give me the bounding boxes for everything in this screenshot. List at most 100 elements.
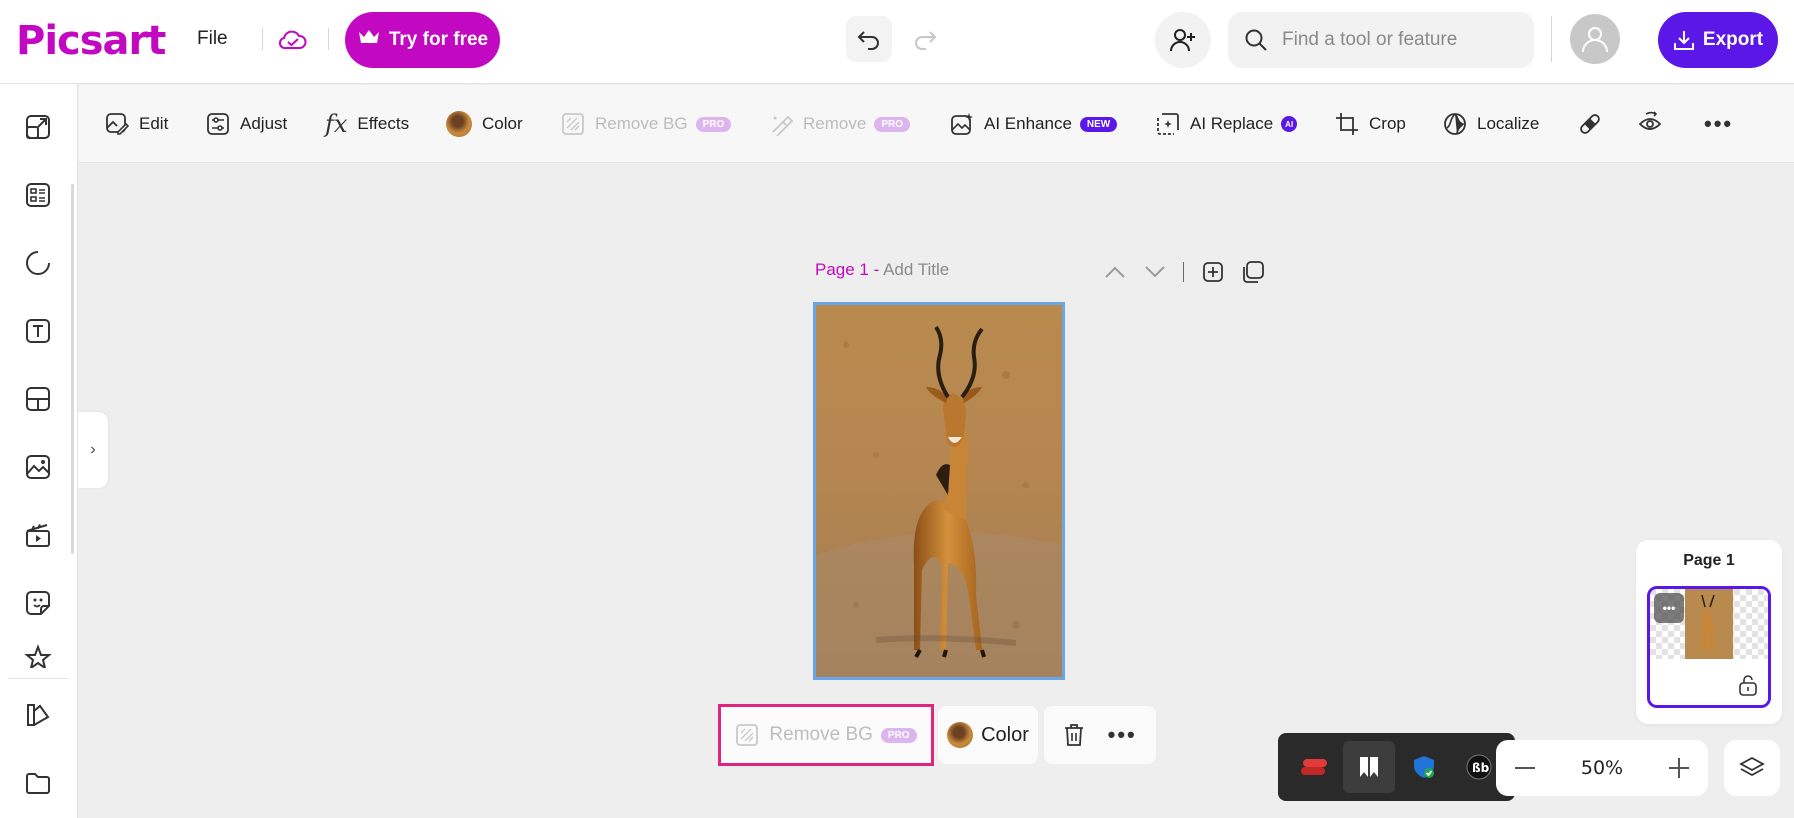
export-label: Export [1702, 29, 1764, 50]
sidebar-item-loading[interactable] [19, 244, 57, 282]
add-title-input[interactable]: Add Title [883, 260, 949, 279]
undo-button[interactable] [846, 16, 892, 62]
crown-icon [357, 28, 381, 52]
zoom-in-button[interactable] [1664, 753, 1694, 783]
tool-edit[interactable]: Edit [105, 85, 168, 163]
trash-icon [1065, 724, 1084, 746]
tool-remove-bg-label: Remove BG [595, 114, 688, 133]
more-tools-button[interactable]: ••• [1704, 85, 1733, 163]
tool-ai-enhance[interactable]: AI Enhance NEW [950, 85, 1118, 163]
canvas-photo-impala[interactable] [813, 302, 1065, 680]
duplicate-icon [1243, 261, 1264, 283]
impala-photo [816, 305, 1062, 677]
tool-effects-label: Effects [357, 114, 410, 133]
redo-icon [915, 31, 937, 50]
unlock-icon[interactable] [1736, 673, 1760, 697]
more-dots-icon: ••• [1704, 111, 1734, 136]
sidebar-item-photos[interactable] [19, 448, 57, 486]
app-logo-icon [1300, 759, 1327, 775]
layers-button[interactable] [1724, 740, 1780, 796]
context-color-label: Color [981, 723, 1029, 746]
chevron-right-icon: › [90, 441, 96, 458]
search-bar[interactable] [1228, 12, 1534, 68]
tool-crop[interactable]: Crop [1335, 85, 1406, 163]
user-avatar[interactable] [1570, 14, 1620, 64]
bb-app-icon: ßb [1466, 754, 1492, 780]
search-input[interactable] [1282, 29, 1512, 51]
move-page-down-button[interactable] [1140, 257, 1170, 287]
tool-remove[interactable]: Remove PRO [769, 85, 910, 163]
zoom-out-button[interactable] [1510, 753, 1540, 783]
minus-icon [1515, 767, 1535, 769]
picsart-logo[interactable]: Picsart [16, 18, 166, 64]
tool-crop-label: Crop [1369, 114, 1406, 133]
page-thumbnail[interactable]: ••• [1647, 586, 1771, 708]
sidebar-item-stickers[interactable] [19, 584, 57, 622]
add-page-button[interactable] [1198, 257, 1228, 287]
color-swatch-icon [446, 111, 472, 137]
resize-icon [26, 115, 50, 139]
tool-ai-replace[interactable]: AI Replace AI [1156, 85, 1298, 163]
tool-bar: Edit Adjust fx Effects Color Remove BG P… [79, 85, 1794, 163]
tool-adjust[interactable]: Adjust [206, 85, 287, 163]
try-for-free-button[interactable]: Try for free [345, 12, 500, 68]
sidebar-item-text[interactable] [19, 312, 57, 350]
zoom-level[interactable]: 50% [1581, 757, 1623, 779]
sliders-icon [207, 113, 229, 135]
folder-icon [26, 773, 50, 794]
tray-app-security[interactable] [1398, 741, 1450, 793]
context-more-button[interactable]: ••• [1108, 722, 1137, 748]
sidebar-item-favorites[interactable] [19, 644, 57, 668]
thumbnail-more-button[interactable]: ••• [1654, 593, 1684, 623]
page-title: Page 1 - Add Title [815, 260, 949, 280]
ai-replace-icon [1157, 113, 1179, 135]
sidebar-item-templates[interactable] [19, 176, 57, 214]
layout-icon [26, 387, 50, 411]
fx-icon: fx [325, 110, 348, 138]
tray-app-red[interactable] [1288, 741, 1340, 793]
tool-adjust-label: Adjust [240, 114, 288, 133]
redo-button[interactable] [902, 16, 948, 62]
page-controls-divider [1183, 262, 1184, 282]
sidebar-item-videos[interactable] [19, 516, 57, 554]
tool-edit-label: Edit [139, 114, 169, 133]
bookmark-icon [1359, 757, 1378, 777]
plus-icon [1668, 758, 1689, 778]
sidebar-item-folders[interactable] [19, 764, 57, 802]
tool-effects[interactable]: fx Effects [325, 85, 409, 163]
svg-text:ßb: ßb [1472, 761, 1490, 775]
tool-view-tracking[interactable] [1636, 85, 1664, 163]
move-page-up-button[interactable] [1100, 257, 1130, 287]
shield-icon [1414, 756, 1435, 778]
tool-color[interactable]: Color [446, 85, 523, 163]
sidebar-scrollbar[interactable] [71, 184, 74, 554]
sidebar-item-layouts[interactable] [19, 380, 57, 418]
user-icon [1582, 27, 1608, 53]
pro-badge: PRO [874, 116, 910, 132]
invite-user-button[interactable] [1155, 12, 1211, 68]
context-remove-bg-button[interactable]: Remove BG PRO [718, 704, 934, 766]
system-tray-popup: ßb [1278, 733, 1515, 801]
add-page-icon [1203, 262, 1223, 282]
export-button[interactable]: Export [1658, 12, 1778, 68]
file-menu-button[interactable]: File [197, 28, 228, 50]
sidebar-item-brand-kit[interactable] [19, 696, 57, 734]
brand-kit-icon [27, 704, 50, 726]
tool-healing[interactable] [1577, 85, 1603, 163]
header-divider [328, 28, 329, 50]
sidebar-item-resize[interactable] [19, 108, 57, 146]
tool-remove-bg[interactable]: Remove BG PRO [561, 85, 732, 163]
eraser-brush-icon [772, 115, 793, 136]
tool-localize[interactable]: Localize [1443, 85, 1539, 163]
cloud-saved-icon[interactable] [278, 26, 308, 54]
search-icon [1245, 29, 1267, 51]
delete-button[interactable] [1063, 723, 1085, 747]
context-actions-group: ••• [1044, 706, 1156, 764]
sidebar-expand-button[interactable]: › [78, 412, 108, 488]
remove-bg-icon [562, 113, 584, 135]
context-color-button[interactable]: Color [938, 706, 1038, 764]
zoom-controls: 50% [1496, 740, 1708, 796]
duplicate-page-button[interactable] [1238, 257, 1268, 287]
add-user-icon [1170, 29, 1195, 52]
tray-app-bookmark[interactable] [1342, 741, 1395, 793]
